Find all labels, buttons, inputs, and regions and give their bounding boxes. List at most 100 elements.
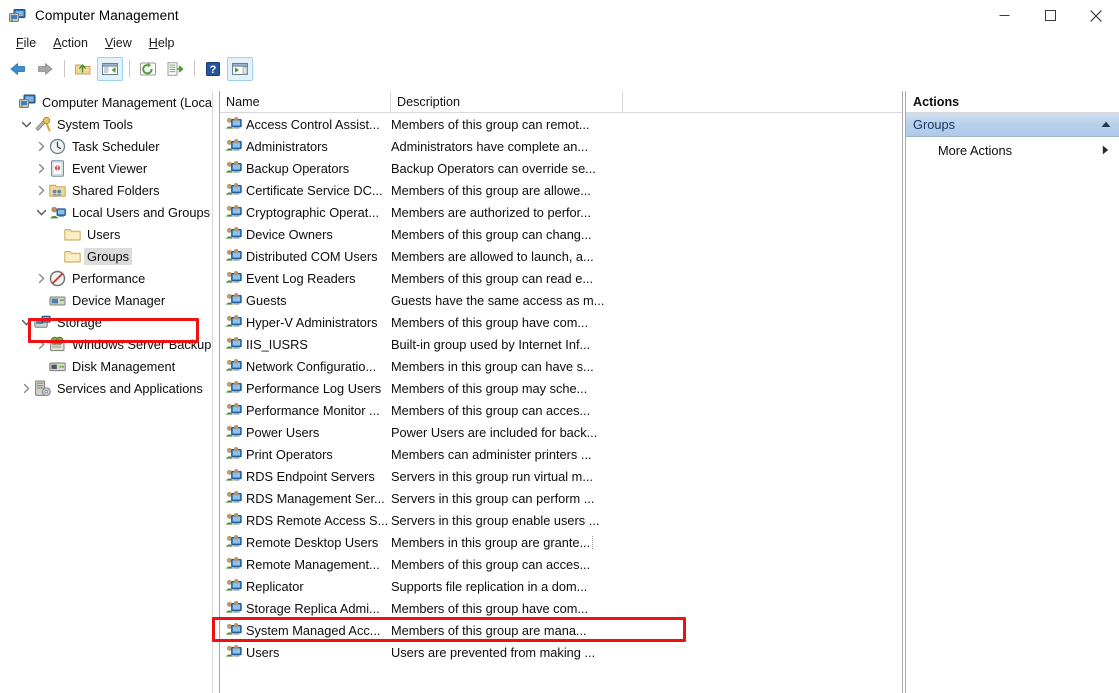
- tree-item-event-viewer[interactable]: Event Viewer: [0, 157, 212, 179]
- toolbar: ?: [0, 54, 1119, 83]
- chevron-down-icon[interactable]: [18, 311, 34, 333]
- table-row[interactable]: Certificate Service DC...Members of this…: [220, 179, 902, 201]
- group-description-cell: Members of this group are allowe...: [391, 183, 902, 198]
- menu-view[interactable]: View: [97, 34, 141, 52]
- table-row[interactable]: RDS Endpoint ServersServers in this grou…: [220, 465, 902, 487]
- column-header-description[interactable]: Description: [391, 91, 623, 113]
- group-description-cell: Power Users are included for back...: [391, 425, 902, 440]
- group-description-cell: Members of this group have com...: [391, 601, 902, 616]
- table-row[interactable]: Remote Desktop UsersMembers in this grou…: [220, 531, 902, 553]
- tree-item-label: Event Viewer: [72, 161, 147, 176]
- help-icon[interactable]: ?: [200, 57, 226, 81]
- chevron-right-icon[interactable]: [33, 157, 49, 179]
- group-description-cell: Administrators have complete an...: [391, 139, 902, 154]
- table-row[interactable]: IIS_IUSRSBuilt-in group used by Internet…: [220, 333, 902, 355]
- table-row[interactable]: Distributed COM UsersMembers are allowed…: [220, 245, 902, 267]
- tree-item-services-and-applications[interactable]: Services and Applications: [0, 377, 212, 399]
- tree-item-label: Groups: [84, 248, 132, 265]
- table-row[interactable]: RDS Remote Access S...Servers in this gr…: [220, 509, 902, 531]
- user-group-icon: [225, 644, 242, 660]
- table-row[interactable]: Network Configuratio...Members in this g…: [220, 355, 902, 377]
- tree-item-storage[interactable]: Storage: [0, 311, 212, 333]
- tree-item-windows-server-backup[interactable]: Windows Server Backup: [0, 333, 212, 355]
- chevron-down-icon[interactable]: [33, 201, 49, 223]
- tree-item-groups[interactable]: Groups: [0, 245, 212, 267]
- table-row[interactable]: Remote Management...Members of this grou…: [220, 553, 902, 575]
- groups-list-pane[interactable]: Name Description Access Control Assist..…: [219, 91, 903, 693]
- table-row[interactable]: Event Log ReadersMembers of this group c…: [220, 267, 902, 289]
- table-row[interactable]: Backup OperatorsBackup Operators can ove…: [220, 157, 902, 179]
- column-header-name[interactable]: Name: [220, 91, 391, 113]
- table-row[interactable]: Power UsersPower Users are included for …: [220, 421, 902, 443]
- task-scheduler-icon: [49, 138, 66, 155]
- group-description-text: Members can administer printers ...: [391, 447, 592, 462]
- menu-file[interactable]: File: [8, 34, 45, 52]
- forward-icon[interactable]: [32, 57, 58, 81]
- minimize-button[interactable]: [981, 0, 1027, 31]
- table-row[interactable]: GuestsGuests have the same access as m..…: [220, 289, 902, 311]
- actions-group-groups[interactable]: Groups: [906, 113, 1119, 137]
- computer-management-icon: [9, 8, 26, 24]
- group-description-cell: Members of this group can remot...: [391, 117, 902, 132]
- actions-group-label: Groups: [913, 117, 1101, 132]
- table-row[interactable]: Access Control Assist...Members of this …: [220, 113, 902, 135]
- group-description-cell: Servers in this group can perform ...: [391, 491, 902, 506]
- table-row[interactable]: Performance Log UsersMembers of this gro…: [220, 377, 902, 399]
- tree-item-computer-management-local[interactable]: Computer Management (Local: [0, 91, 212, 113]
- event-viewer-icon: [49, 160, 66, 177]
- group-description-cell: Members of this group are mana...: [391, 623, 902, 638]
- tree-item-disk-management[interactable]: Disk Management: [0, 355, 212, 377]
- table-row[interactable]: ReplicatorSupports file replication in a…: [220, 575, 902, 597]
- disk-management-icon: [49, 358, 66, 375]
- table-row[interactable]: Performance Monitor ...Members of this g…: [220, 399, 902, 421]
- menu-help[interactable]: Help: [141, 34, 184, 52]
- table-row[interactable]: Cryptographic Operat...Members are autho…: [220, 201, 902, 223]
- tree-item-system-tools[interactable]: System Tools: [0, 113, 212, 135]
- window-controls: [981, 0, 1119, 31]
- refresh-icon[interactable]: [135, 57, 161, 81]
- export-list-icon[interactable]: [162, 57, 188, 81]
- collapse-arrow-icon[interactable]: [1101, 121, 1111, 128]
- show-hide-action-pane-icon[interactable]: [227, 57, 253, 81]
- tree-item-performance[interactable]: Performance: [0, 267, 212, 289]
- group-description-text: Backup Operators can override se...: [391, 161, 596, 176]
- chevron-right-icon[interactable]: [33, 267, 49, 289]
- chevron-right-icon[interactable]: [33, 135, 49, 157]
- tree-indent-spacer: [48, 245, 64, 267]
- chevron-down-icon[interactable]: [18, 113, 34, 135]
- user-group-icon: [225, 578, 242, 594]
- submenu-arrow-icon[interactable]: [1102, 145, 1109, 155]
- up-folder-icon[interactable]: [70, 57, 96, 81]
- tree-item-shared-folders[interactable]: Shared Folders: [0, 179, 212, 201]
- table-row[interactable]: Storage Replica Admi...Members of this g…: [220, 597, 902, 619]
- group-name-cell: Hyper-V Administrators: [246, 315, 391, 330]
- table-row[interactable]: UsersUsers are prevented from making ...: [220, 641, 902, 663]
- chevron-right-icon[interactable]: [18, 377, 34, 399]
- console-tree-pane[interactable]: Computer Management (LocalSystem ToolsTa…: [0, 91, 213, 693]
- chevron-right-icon[interactable]: [33, 179, 49, 201]
- chevron-right-icon[interactable]: [33, 333, 49, 355]
- show-hide-tree-icon[interactable]: [97, 57, 123, 81]
- close-button[interactable]: [1073, 0, 1119, 31]
- group-description-text: Administrators have complete an...: [391, 139, 588, 154]
- table-row[interactable]: Device OwnersMembers of this group can c…: [220, 223, 902, 245]
- group-name-cell: Distributed COM Users: [246, 249, 391, 264]
- table-row[interactable]: AdministratorsAdministrators have comple…: [220, 135, 902, 157]
- user-group-icon: [225, 270, 242, 286]
- tree-item-label: Services and Applications: [57, 381, 203, 396]
- table-row[interactable]: RDS Management Ser...Servers in this gro…: [220, 487, 902, 509]
- group-description-cell: Servers in this group run virtual m...: [391, 469, 902, 484]
- tree-item-task-scheduler[interactable]: Task Scheduler: [0, 135, 212, 157]
- user-group-icon: [225, 160, 242, 176]
- menu-action[interactable]: Action: [45, 34, 97, 52]
- action-more-actions[interactable]: More Actions: [906, 137, 1119, 163]
- group-name-cell: Cryptographic Operat...: [246, 205, 391, 220]
- table-row[interactable]: Hyper-V AdministratorsMembers of this gr…: [220, 311, 902, 333]
- tree-item-local-users-and-groups[interactable]: Local Users and Groups: [0, 201, 212, 223]
- maximize-button[interactable]: [1027, 0, 1073, 31]
- tree-item-device-manager[interactable]: Device Manager: [0, 289, 212, 311]
- tree-item-users[interactable]: Users: [0, 223, 212, 245]
- back-icon[interactable]: [5, 57, 31, 81]
- table-row[interactable]: System Managed Acc...Members of this gro…: [220, 619, 902, 641]
- table-row[interactable]: Print OperatorsMembers can administer pr…: [220, 443, 902, 465]
